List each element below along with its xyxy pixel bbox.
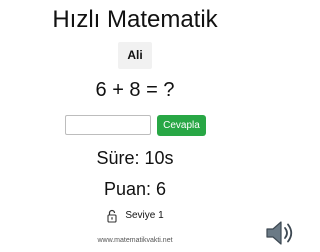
game-title: Hızlı Matematik — [52, 6, 218, 33]
speaker-icon — [264, 221, 296, 250]
padlock-icon — [106, 209, 118, 223]
sound-toggle-button[interactable] — [264, 219, 296, 247]
submit-answer-button[interactable]: Cevapla — [157, 115, 206, 136]
answer-input[interactable] — [65, 115, 151, 135]
level-label: Seviye 1 — [125, 210, 164, 221]
player-name-badge: Ali — [118, 42, 152, 69]
timer-display: Süre: 10s — [96, 148, 174, 168]
score-display: Puan: 6 — [103, 179, 167, 199]
level-indicator: Seviye 1 — [0, 209, 270, 223]
footer-site-link[interactable]: www.matematikvakti.net — [0, 236, 270, 246]
math-question: 6 + 8 = ? — [95, 79, 175, 101]
